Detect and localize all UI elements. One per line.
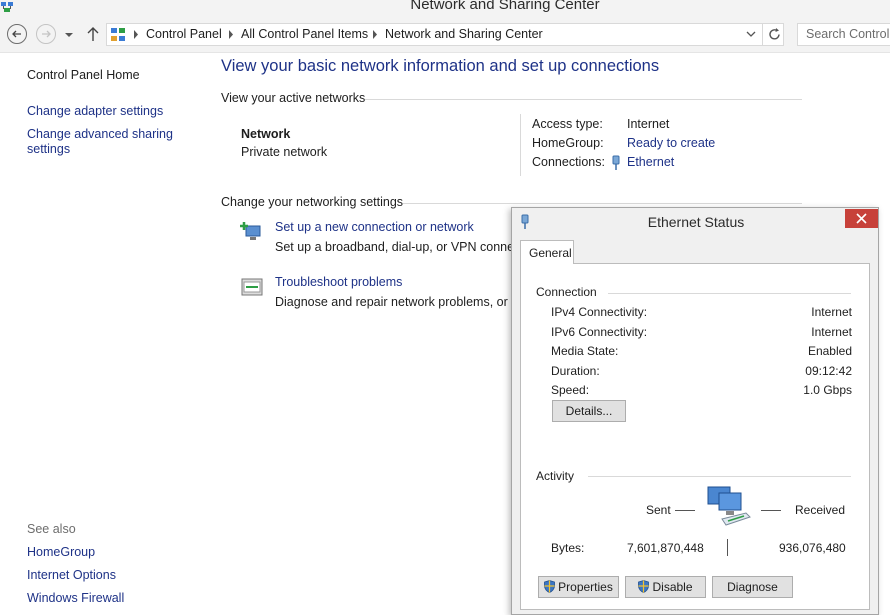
received-line <box>761 510 781 511</box>
disable-button-label: Disable <box>652 580 693 594</box>
search-input[interactable]: Search Control Panel <box>797 23 890 46</box>
window-title: Network and Sharing Center <box>410 0 600 13</box>
group-divider <box>588 476 851 477</box>
change-advanced-sharing-link[interactable]: Change advanced sharing settings <box>27 127 177 157</box>
active-networks-label: View your active networks <box>221 91 366 105</box>
network-type: Private network <box>241 145 328 159</box>
up-arrow-icon[interactable] <box>86 26 100 42</box>
ethernet-icon[interactable] <box>611 155 621 171</box>
properties-button-label: Properties <box>558 580 613 594</box>
network-computers-icon <box>707 486 751 526</box>
address-divider <box>762 24 763 45</box>
search-placeholder: Search Control Panel <box>806 27 890 41</box>
close-button[interactable] <box>845 209 878 228</box>
properties-button[interactable]: Properties <box>538 576 619 598</box>
media-state-value: Enabled <box>807 344 852 358</box>
homegroup-link[interactable]: HomeGroup <box>27 545 95 560</box>
bytes-label: Bytes: <box>551 541 585 555</box>
uac-shield-icon <box>544 580 556 594</box>
sent-line <box>675 510 695 511</box>
windows-firewall-link[interactable]: Windows Firewall <box>27 591 124 606</box>
troubleshoot-icon <box>241 278 263 296</box>
troubleshoot-link[interactable]: Troubleshoot problems <box>275 275 402 289</box>
activity-group-label: Activity <box>536 469 575 483</box>
breadcrumb-network-center[interactable]: Network and Sharing Center <box>385 27 543 41</box>
diagnose-button[interactable]: Diagnose <box>712 576 793 598</box>
received-label: Received <box>795 503 846 517</box>
setup-connection-link[interactable]: Set up a new connection or network <box>275 220 474 234</box>
ipv6-label: IPv6 Connectivity: <box>551 325 648 339</box>
back-button[interactable] <box>7 24 27 44</box>
refresh-icon[interactable] <box>767 27 782 42</box>
bytes-sent-value: 7,601,870,448 <box>627 541 704 555</box>
forward-button[interactable] <box>36 24 56 44</box>
uac-shield-icon <box>638 580 650 594</box>
breadcrumb-control-panel[interactable]: Control Panel <box>146 27 222 41</box>
address-bar[interactable]: Control Panel All Control Panel Items Ne… <box>106 23 784 46</box>
tab-general[interactable]: General <box>520 240 574 264</box>
change-adapter-settings-link[interactable]: Change adapter settings <box>27 104 163 119</box>
internet-options-link[interactable]: Internet Options <box>27 568 116 583</box>
homegroup-label: HomeGroup: <box>532 136 604 150</box>
chevron-right-icon[interactable] <box>372 30 378 39</box>
recent-locations-dropdown-icon[interactable] <box>64 31 74 39</box>
disable-button[interactable]: Disable <box>625 576 706 598</box>
ethernet-connection-link[interactable]: Ethernet <box>627 155 674 169</box>
ipv6-value: Internet <box>811 325 852 339</box>
connection-group-label: Connection <box>536 285 597 299</box>
forward-arrow-icon <box>42 30 51 38</box>
breadcrumb-all-items[interactable]: All Control Panel Items <box>241 27 368 41</box>
media-state-label: Media State: <box>551 344 619 358</box>
control-panel-icon <box>111 28 125 41</box>
change-settings-label: Change your networking settings <box>221 195 404 209</box>
setup-connection-description: Set up a broadband, dial-up, or VPN conn… <box>275 240 515 254</box>
network-info-divider <box>520 114 521 176</box>
bytes-divider <box>727 539 728 556</box>
section-divider <box>403 203 802 204</box>
chevron-right-icon[interactable] <box>228 30 234 39</box>
general-tab-panel: Connection IPv4 Connectivity: Internet I… <box>520 263 870 610</box>
access-type-value: Internet <box>627 117 670 131</box>
network-name: Network <box>241 127 291 141</box>
details-button[interactable]: Details... <box>552 400 626 422</box>
troubleshoot-description: Diagnose and repair network problems, or… <box>275 295 515 309</box>
close-icon <box>856 213 867 224</box>
new-connection-icon <box>240 222 261 240</box>
title-bar: Network and Sharing Center <box>0 0 890 17</box>
back-arrow-icon <box>12 30 21 38</box>
chevron-right-icon[interactable] <box>133 30 139 39</box>
sent-label: Sent <box>646 503 671 517</box>
homegroup-status-link[interactable]: Ready to create <box>627 136 715 150</box>
duration-label: Duration: <box>551 364 600 378</box>
ipv4-label: IPv4 Connectivity: <box>551 305 648 319</box>
group-divider <box>608 293 851 294</box>
dialog-title: Ethernet Status <box>647 214 745 230</box>
connections-label: Connections: <box>532 155 605 169</box>
dialog-title-bar[interactable]: Ethernet Status <box>512 208 878 236</box>
ipv4-value: Internet <box>811 305 852 319</box>
speed-label: Speed: <box>551 383 590 397</box>
navigation-bar: Control Panel All Control Panel Items Ne… <box>0 17 890 53</box>
page-heading: View your basic network information and … <box>221 57 660 75</box>
see-also-label: See also <box>27 522 76 536</box>
control-panel-home-link[interactable]: Control Panel Home <box>27 68 140 83</box>
chevron-down-icon[interactable] <box>746 30 756 38</box>
bytes-received-value: 936,076,480 <box>779 541 846 555</box>
section-divider <box>365 99 802 100</box>
duration-value: 09:12:42 <box>805 364 852 378</box>
speed-value: 1.0 Gbps <box>803 383 852 397</box>
access-type-label: Access type: <box>532 117 603 131</box>
ethernet-status-dialog: Ethernet Status General Connection IPv4 … <box>511 207 879 615</box>
